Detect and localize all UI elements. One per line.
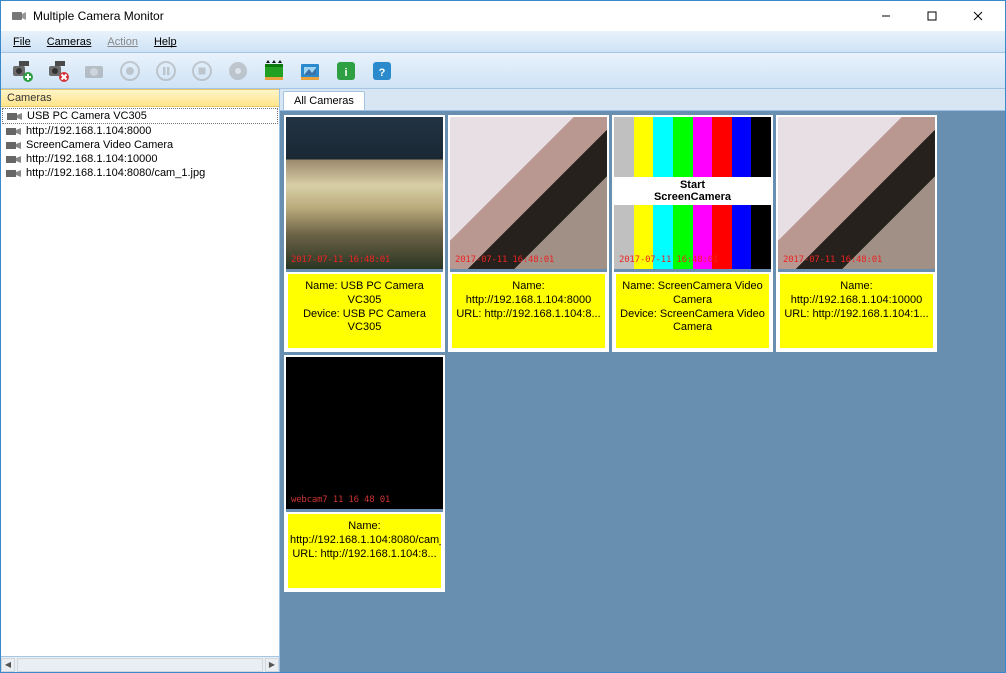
menu-file[interactable]: File	[5, 34, 39, 50]
maximize-button[interactable]	[909, 1, 955, 31]
camera-name: Name: http://192.168.1.104:10000	[782, 280, 931, 308]
camera-cell[interactable]: StartScreenCamera 2017-07-11 16:48:01 Na…	[612, 115, 773, 352]
camera-url: URL: http://192.168.1.104:8...	[290, 548, 439, 562]
camera-label: USB PC Camera VC305	[27, 110, 147, 122]
camera-icon	[7, 111, 23, 122]
camera-cell[interactable]: webcam7 11 16 48 01 Name: http://192.168…	[284, 355, 445, 592]
camera-info: Name: USB PC Camera VC305 Device: USB PC…	[286, 272, 443, 350]
main-pane: All Cameras 2017-07-11 16:48:01 Name: US…	[280, 89, 1005, 672]
toolbar: i ?	[1, 53, 1005, 89]
settings-button	[221, 56, 255, 86]
screencamera-overlay: StartScreenCamera	[614, 177, 771, 205]
add-camera-button[interactable]	[5, 56, 39, 86]
menu-cameras[interactable]: Cameras	[39, 34, 100, 50]
camera-cell[interactable]: 2017-07-11 16:48:01 Name: http://192.168…	[448, 115, 609, 352]
camera-cell[interactable]: 2017-07-11 16:48:01 Name: USB PC Camera …	[284, 115, 445, 352]
info-button[interactable]: i	[329, 56, 363, 86]
tab-all-cameras[interactable]: All Cameras	[283, 91, 365, 110]
timestamp: 2017-07-11 16:48:01	[288, 253, 393, 267]
scroll-left-icon[interactable]: ◀	[1, 658, 15, 672]
camera-preview[interactable]: 2017-07-11 16:48:01	[286, 117, 443, 269]
camera-url: URL: http://192.168.1.104:8...	[454, 308, 603, 322]
timestamp: 2017-07-11 16:48:01	[616, 253, 721, 267]
camera-info: Name: http://192.168.1.104:8000 URL: htt…	[450, 272, 607, 350]
camera-list-item[interactable]: http://192.168.1.104:8080/cam_1.jpg	[2, 166, 278, 180]
help-button[interactable]: ?	[365, 56, 399, 86]
snapshot-button	[77, 56, 111, 86]
svg-text:i: i	[344, 67, 347, 79]
window-title: Multiple Camera Monitor	[33, 9, 863, 23]
camera-label: http://192.168.1.104:8080/cam_1.jpg	[26, 167, 205, 179]
camera-label: http://192.168.1.104:10000	[26, 153, 158, 165]
timestamp: 2017-07-11 16:48:01	[780, 253, 885, 267]
camera-info: Name: http://192.168.1.104:10000 URL: ht…	[778, 272, 935, 350]
menubar: File Cameras Action Help	[1, 31, 1005, 53]
menu-help[interactable]: Help	[146, 34, 185, 50]
app-icon	[11, 8, 27, 24]
camera-list[interactable]: USB PC Camera VC305 http://192.168.1.104…	[1, 107, 279, 656]
pause-button	[149, 56, 183, 86]
stop-button	[185, 56, 219, 86]
sidebar-scrollbar[interactable]: ◀ ▶	[1, 656, 279, 672]
menu-action: Action	[99, 34, 146, 50]
camera-icon	[6, 140, 22, 151]
timestamp: 2017-07-11 16:48:01	[452, 253, 557, 267]
body: Cameras USB PC Camera VC305 http://192.1…	[1, 89, 1005, 672]
camera-preview[interactable]: 2017-07-11 16:48:01	[450, 117, 607, 269]
timestamp: webcam7 11 16 48 01	[288, 493, 393, 507]
sidebar: Cameras USB PC Camera VC305 http://192.1…	[1, 89, 280, 672]
close-button[interactable]	[955, 1, 1001, 31]
camera-name: Name: ScreenCamera Video Camera	[618, 280, 767, 308]
camera-list-item[interactable]: USB PC Camera VC305	[2, 108, 278, 124]
camera-name: Name: http://192.168.1.104:8080/cam_1.jp…	[290, 520, 439, 548]
sidebar-header: Cameras	[1, 89, 279, 107]
scroll-right-icon[interactable]: ▶	[265, 658, 279, 672]
camera-grid: 2017-07-11 16:48:01 Name: USB PC Camera …	[280, 111, 1005, 672]
camera-label: http://192.168.1.104:8000	[26, 125, 151, 137]
camera-icon	[6, 154, 22, 165]
camera-info: Name: http://192.168.1.104:8080/cam_1.jp…	[286, 512, 443, 590]
camera-name: Name: http://192.168.1.104:8000	[454, 280, 603, 308]
svg-text:?: ?	[379, 67, 386, 79]
camera-list-item[interactable]: ScreenCamera Video Camera	[2, 138, 278, 152]
record-button	[113, 56, 147, 86]
remove-camera-button[interactable]	[41, 56, 75, 86]
camera-list-item[interactable]: http://192.168.1.104:10000	[2, 152, 278, 166]
titlebar: Multiple Camera Monitor	[1, 1, 1005, 31]
camera-info: Name: ScreenCamera Video Camera Device: …	[614, 272, 771, 350]
camera-cell[interactable]: 2017-07-11 16:48:01 Name: http://192.168…	[776, 115, 937, 352]
camera-list-item[interactable]: http://192.168.1.104:8000	[2, 124, 278, 138]
camera-label: ScreenCamera Video Camera	[26, 139, 173, 151]
camera-icon	[6, 168, 22, 179]
camera-preview[interactable]: 2017-07-11 16:48:01	[778, 117, 935, 269]
open-video-folder-button[interactable]	[257, 56, 291, 86]
camera-device: Device: ScreenCamera Video Camera	[618, 308, 767, 336]
camera-url: URL: http://192.168.1.104:1...	[782, 308, 931, 322]
camera-preview[interactable]: webcam7 11 16 48 01	[286, 357, 443, 509]
app-window: Multiple Camera Monitor File Cameras Act…	[0, 0, 1006, 673]
camera-preview[interactable]: StartScreenCamera 2017-07-11 16:48:01	[614, 117, 771, 269]
camera-name: Name: USB PC Camera VC305	[290, 280, 439, 308]
open-snapshot-folder-button[interactable]	[293, 56, 327, 86]
camera-icon	[6, 126, 22, 137]
camera-device: Device: USB PC Camera VC305	[290, 308, 439, 336]
minimize-button[interactable]	[863, 1, 909, 31]
tabbar: All Cameras	[280, 89, 1005, 111]
